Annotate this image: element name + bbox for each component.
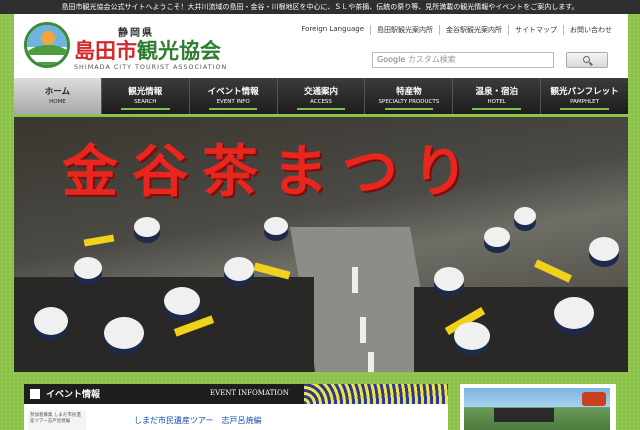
train-shape <box>494 408 554 422</box>
main-nav: ホーム HOME 観光情報 SEARCH イベント情報 EVENT INFO 交… <box>14 78 628 114</box>
hero-title: 金谷茶まつり <box>62 140 482 205</box>
lane-marking <box>368 352 374 372</box>
nav-item-access[interactable]: 交通案内 ACCESS <box>278 78 366 114</box>
sl-badge-icon <box>582 392 606 406</box>
yellow-ribbon <box>534 259 572 283</box>
nav-accent-bar <box>560 108 609 110</box>
link-kanaya-station-info[interactable]: 金谷駅観光案内所 <box>439 25 508 35</box>
nav-sublabel: EVENT INFO <box>216 99 250 105</box>
link-foreign-language[interactable]: Foreign Language <box>295 25 370 35</box>
dancer-hat <box>164 287 200 315</box>
event-info-title-en: EVENT INFOMATION <box>210 389 289 397</box>
dancer-hat <box>104 317 144 349</box>
site-title-association: 観光協会 <box>137 39 221 63</box>
dancer-hat <box>74 257 102 279</box>
sl-train-photo <box>464 388 610 430</box>
event-info-header: イベント情報 EVENT INFOMATION <box>24 384 448 404</box>
nav-label: 特産物 <box>396 87 422 97</box>
dancer-hat <box>454 322 490 350</box>
nav-sublabel: HOTEL <box>487 99 506 105</box>
yellow-ribbon <box>83 234 115 247</box>
dancer-hat <box>484 227 510 247</box>
site-header: 静岡県 島田市観光協会 SHIMADA CITY TOURIST ASSOCIA… <box>14 14 628 78</box>
nav-item-home[interactable]: ホーム HOME <box>14 78 102 114</box>
dancer-hat <box>554 297 594 329</box>
dancer-hat <box>34 307 68 335</box>
welcome-banner: 島田市観光協会公式サイトへようこそ！大井川流域の島田・金谷・川根地区を中心に、Ｓ… <box>0 0 640 14</box>
side-banner[interactable] <box>460 384 616 430</box>
nav-label: 観光情報 <box>128 87 163 97</box>
nav-sublabel: ACCESS <box>310 99 332 105</box>
search-brand: Google <box>377 55 406 64</box>
dancer-hat <box>134 217 160 237</box>
site-title[interactable]: 島田市観光協会 <box>74 35 221 65</box>
nav-item-event-info[interactable]: イベント情報 EVENT INFO <box>190 78 278 114</box>
hero-festival-photo[interactable]: 金谷茶まつり <box>14 117 628 372</box>
event-info-title: イベント情報 <box>46 390 101 400</box>
nav-item-search[interactable]: 観光情報 SEARCH <box>102 78 190 114</box>
dancer-hat <box>589 237 619 261</box>
lane-marking <box>352 267 358 293</box>
nav-accent-bar <box>384 108 434 110</box>
nav-label: 温泉・宿泊 <box>475 87 518 97</box>
search-button[interactable] <box>566 52 608 68</box>
nav-sublabel: SPECIALTY PRODUCTS <box>378 99 440 105</box>
nav-accent-bar <box>296 108 346 110</box>
nav-accent-bar <box>120 108 170 110</box>
nav-sublabel: SEARCH <box>134 99 157 105</box>
nav-accent-bar <box>472 108 522 110</box>
nav-item-specialty-products[interactable]: 特産物 SPECIALTY PRODUCTS <box>365 78 454 114</box>
event-thumbnail[interactable]: 参加者募集 しまだ市民遺産ツアー志戸呂焼編 <box>28 410 86 430</box>
nav-item-pamphlet[interactable]: 観光パンフレット PAMPHLET <box>541 78 628 114</box>
site-title-english: SHIMADA CITY TOURIST ASSOCIATION <box>74 63 228 71</box>
site-title-city: 島田市 <box>74 39 137 63</box>
city-emblem-logo[interactable] <box>24 22 70 68</box>
nav-label: 交通案内 <box>304 87 339 97</box>
nav-label: 観光パンフレット <box>550 87 619 97</box>
search-icon <box>583 56 590 63</box>
wave-pattern-decoration <box>304 384 448 404</box>
event-info-panel: イベント情報 EVENT INFOMATION 参加者募集 しまだ市民遺産ツアー… <box>24 384 448 430</box>
nav-item-hotel[interactable]: 温泉・宿泊 HOTEL <box>453 78 542 114</box>
link-sitemap[interactable]: サイトマップ <box>508 25 563 35</box>
dancer-hat <box>264 217 288 235</box>
utility-links: Foreign Language 島田駅観光案内所 金谷駅観光案内所 サイトマッ… <box>295 25 618 35</box>
link-shimada-station-info[interactable]: 島田駅観光案内所 <box>370 25 439 35</box>
event-link[interactable]: しまだ市民遺産ツアー 志戸呂焼編 <box>134 415 262 426</box>
nav-sublabel: PAMPHLET <box>570 99 599 105</box>
dancer-hat <box>224 257 254 281</box>
nav-sublabel: HOME <box>49 99 66 105</box>
lane-marking <box>360 317 366 343</box>
nav-accent-bar <box>208 108 258 110</box>
square-icon <box>30 389 40 399</box>
search-placeholder: カスタム検索 <box>407 55 456 64</box>
link-contact[interactable]: お問い合わせ <box>563 25 618 35</box>
nav-label: ホーム <box>44 87 71 97</box>
nav-label: イベント情報 <box>207 87 259 97</box>
dancer-hat <box>434 267 464 291</box>
search-input[interactable]: Google カスタム検索 <box>372 52 554 68</box>
dancer-hat <box>514 207 536 225</box>
